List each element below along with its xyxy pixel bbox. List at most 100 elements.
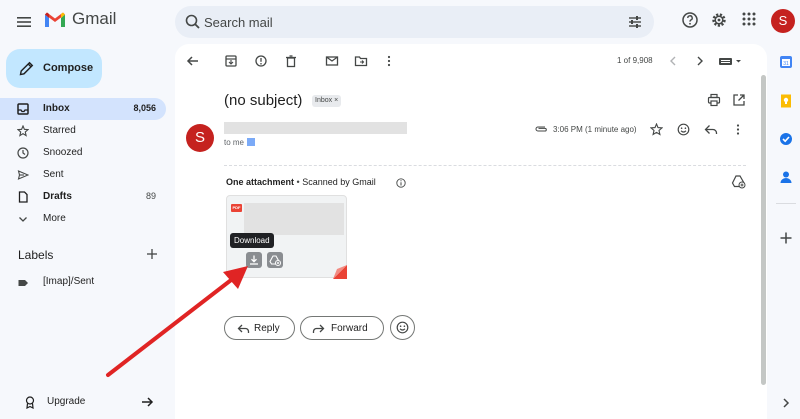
sidebar-item-sent[interactable]: Sent xyxy=(0,164,166,186)
delete-icon[interactable] xyxy=(284,54,298,68)
tasks-icon[interactable] xyxy=(778,131,794,147)
drive-add-icon xyxy=(269,255,282,267)
show-details-icon[interactable] xyxy=(247,138,256,146)
rail-divider xyxy=(776,203,796,204)
print-icon[interactable] xyxy=(707,93,721,107)
sidebar-item-label: Starred xyxy=(43,125,76,136)
compose-label: Compose xyxy=(43,62,94,74)
sender-avatar[interactable]: S xyxy=(186,124,214,152)
inbox-label-chip[interactable]: Inbox × xyxy=(312,95,342,107)
more-vert-icon[interactable] xyxy=(382,54,396,68)
sidebar-item-label: More xyxy=(43,213,66,224)
main-menu-button[interactable] xyxy=(12,11,36,33)
get-addons-plus-icon[interactable] xyxy=(778,230,794,246)
apps-grid-icon[interactable] xyxy=(741,11,757,27)
sidebar-item-label: Drafts xyxy=(43,191,72,202)
download-tooltip: Download xyxy=(230,233,274,248)
calendar-icon[interactable]: 31 xyxy=(778,54,794,70)
newer-chevron-icon[interactable] xyxy=(667,54,679,68)
sender-name-redacted xyxy=(224,122,407,134)
remove-label-icon[interactable]: × xyxy=(334,97,338,104)
star-icon xyxy=(17,125,29,137)
account-avatar[interactable]: S xyxy=(771,9,795,33)
recipient-line[interactable]: to me xyxy=(224,138,256,147)
labels-heading: Labels xyxy=(18,248,54,262)
smiley-icon xyxy=(396,321,409,334)
gmail-logo[interactable]: Gmail xyxy=(44,9,116,29)
sidebar-item-label: Snoozed xyxy=(43,147,83,158)
sidebar-label-text: [Imap]/Sent xyxy=(43,276,95,287)
more-options-icon[interactable] xyxy=(733,123,743,136)
message-panel: 1 of 9,908 (no subject) Inbox × S 3:06 P… xyxy=(175,44,767,419)
chevron-down-icon xyxy=(19,217,27,222)
pager-count: 1 of 9,908 xyxy=(617,56,653,65)
star-message-icon[interactable] xyxy=(650,123,663,136)
pencil-icon xyxy=(19,61,34,76)
archive-icon[interactable] xyxy=(224,54,238,68)
back-arrow-icon[interactable] xyxy=(186,54,200,68)
forward-label: Forward xyxy=(331,323,368,334)
page-fold-corner xyxy=(333,265,347,279)
add-all-to-drive-icon[interactable] xyxy=(731,174,746,189)
sidebar-item-count: 8,056 xyxy=(133,103,156,113)
arrow-right-icon xyxy=(142,397,154,407)
add-label-icon[interactable] xyxy=(146,248,158,260)
mark-unread-icon[interactable] xyxy=(325,54,339,68)
top-bar: Gmail S xyxy=(0,0,800,44)
older-chevron-icon[interactable] xyxy=(694,54,706,68)
reply-arrow-icon[interactable] xyxy=(704,123,718,136)
upgrade-label: Upgrade xyxy=(47,396,86,407)
sidebar-item-label: Sent xyxy=(43,169,64,180)
download-icon xyxy=(250,255,258,265)
save-to-drive-button[interactable] xyxy=(267,252,283,268)
attachment-name-redacted xyxy=(244,203,344,235)
emoji-reaction-icon[interactable] xyxy=(677,123,690,136)
help-icon[interactable] xyxy=(681,11,699,29)
reply-button[interactable]: Reply xyxy=(224,316,295,340)
clock-icon xyxy=(17,147,29,159)
search-options-icon[interactable] xyxy=(627,14,643,30)
upgrade-button[interactable]: Upgrade xyxy=(14,392,160,412)
reply-icon xyxy=(237,324,250,333)
attachment-count: One attachment xyxy=(226,177,295,187)
attachment-header: One attachment • Scanned by Gmail xyxy=(226,177,376,187)
sidebar-item-more[interactable]: More xyxy=(0,208,166,230)
search-input[interactable] xyxy=(204,13,584,31)
paperclip-icon xyxy=(535,126,547,132)
compose-button[interactable]: Compose xyxy=(6,49,102,88)
expand-side-panel-icon[interactable] xyxy=(780,396,792,410)
search-icon[interactable] xyxy=(183,12,203,32)
divider xyxy=(224,165,746,166)
svg-text:31: 31 xyxy=(783,61,789,67)
sidebar-nav: Inbox 8,056 Starred Snoozed Sent Drafts … xyxy=(0,98,166,230)
draft-icon xyxy=(18,191,28,203)
to-me-label: to me xyxy=(224,138,245,147)
report-spam-icon[interactable] xyxy=(254,54,268,68)
sidebar-item-snoozed[interactable]: Snoozed xyxy=(0,142,166,164)
input-tools-keyboard-icon[interactable] xyxy=(718,54,744,68)
keep-icon[interactable] xyxy=(778,93,794,109)
info-icon[interactable] xyxy=(396,178,406,188)
inbox-chip-label: Inbox xyxy=(315,97,333,104)
settings-gear-icon[interactable] xyxy=(710,11,728,29)
emoji-react-button[interactable] xyxy=(390,315,415,340)
contacts-icon[interactable] xyxy=(778,169,794,185)
message-subject: (no subject) xyxy=(224,92,303,109)
sidebar-item-drafts[interactable]: Drafts 89 xyxy=(0,186,166,208)
sidebar-item-inbox[interactable]: Inbox 8,056 xyxy=(0,98,166,120)
download-button[interactable] xyxy=(246,252,262,268)
sidebar-label-imap-sent[interactable]: [Imap]/Sent xyxy=(0,273,166,293)
open-new-window-icon[interactable] xyxy=(732,93,746,107)
search-bar[interactable] xyxy=(175,6,654,38)
move-to-icon[interactable] xyxy=(354,54,368,68)
upgrade-badge-icon xyxy=(25,396,35,409)
scrollbar-thumb[interactable] xyxy=(761,75,766,385)
inbox-icon xyxy=(17,103,29,115)
sidebar-item-starred[interactable]: Starred xyxy=(0,120,166,142)
forward-button[interactable]: Forward xyxy=(300,316,384,340)
scanned-note: Scanned by Gmail xyxy=(302,177,376,187)
reply-label: Reply xyxy=(254,323,280,334)
message-time: 3:06 PM (1 minute ago) xyxy=(553,125,637,134)
sidebar-item-count: 89 xyxy=(145,191,156,201)
app-name: Gmail xyxy=(72,9,117,28)
